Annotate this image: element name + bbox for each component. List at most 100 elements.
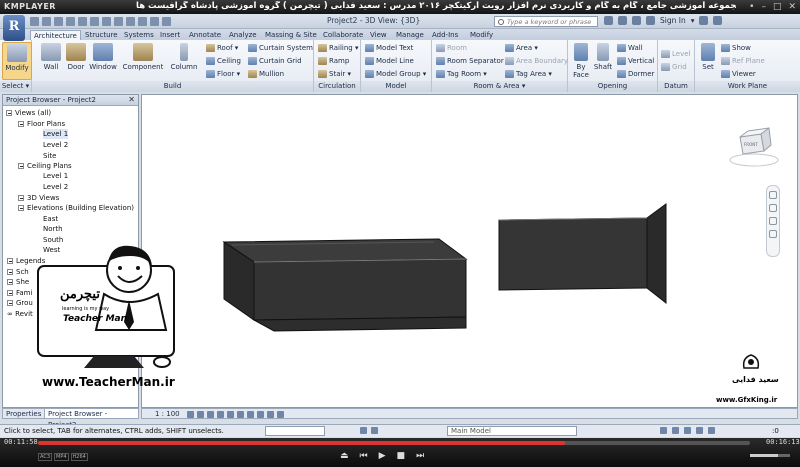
select-links-icon[interactable]: [371, 427, 378, 434]
workset-combo[interactable]: [265, 426, 325, 436]
collapse-icon[interactable]: [18, 205, 24, 211]
wall-model[interactable]: [498, 203, 667, 305]
help-icon[interactable]: [713, 16, 723, 25]
3d-viewport[interactable]: FRONT: [141, 94, 798, 408]
window-button[interactable]: Window: [88, 42, 118, 80]
switch-windows-icon[interactable]: [162, 17, 171, 26]
tab-insert[interactable]: Insert: [157, 30, 183, 40]
model-text-button[interactable]: Model Text: [364, 42, 413, 54]
by-face-button[interactable]: By Face: [569, 42, 593, 80]
floor-button[interactable]: Floor ▾: [205, 68, 240, 80]
set-button[interactable]: Set: [697, 42, 719, 80]
grid-button[interactable]: Grid: [660, 61, 687, 73]
modify-button[interactable]: Modify: [2, 42, 32, 80]
collapse-icon[interactable]: [18, 163, 24, 169]
tab-modify[interactable]: Modify: [467, 30, 496, 40]
text-icon[interactable]: [102, 17, 111, 26]
tree-item-ceiling-level-2[interactable]: Level 2: [43, 182, 68, 192]
tab-analyze[interactable]: Analyze: [226, 30, 260, 40]
tag-area-button[interactable]: Tag Area ▾: [504, 68, 552, 80]
expand-icon[interactable]: [18, 195, 24, 201]
select-pinned-icon[interactable]: [672, 427, 679, 434]
expand-icon[interactable]: [7, 269, 13, 275]
detail-level-icon[interactable]: [187, 411, 194, 418]
tab-manage[interactable]: Manage: [393, 30, 427, 40]
search-icon[interactable]: [604, 16, 613, 25]
communication-icon[interactable]: [618, 16, 627, 25]
door-button[interactable]: Door: [61, 42, 91, 80]
wall-opening-button[interactable]: Wall: [616, 42, 643, 54]
favorites-icon[interactable]: [632, 16, 641, 25]
chevron-down-icon[interactable]: ▾: [691, 16, 695, 25]
shaft-button[interactable]: Shaft: [592, 42, 614, 80]
search-input[interactable]: Type a keyword or phrase: [494, 16, 598, 27]
railing-button[interactable]: Railing ▾: [317, 42, 358, 54]
tree-item-groups[interactable]: Grou: [7, 298, 33, 308]
previous-icon[interactable]: ⏮: [360, 451, 368, 461]
save-icon[interactable]: [42, 17, 51, 26]
pin-icon[interactable]: •: [749, 2, 754, 12]
tree-item-schedules[interactable]: Sch: [7, 267, 29, 277]
model-line-button[interactable]: Model Line: [364, 55, 414, 67]
column-button[interactable]: Column: [170, 42, 198, 80]
ramp-button[interactable]: Ramp: [317, 55, 349, 67]
show-crop-icon[interactable]: [247, 411, 254, 418]
print-icon[interactable]: [78, 17, 87, 26]
tab-view[interactable]: View: [367, 30, 390, 40]
tree-item-views-all[interactable]: Views (all): [6, 108, 51, 118]
tree-item-elevations[interactable]: Elevations (Building Elevation): [18, 203, 134, 213]
close-icon[interactable]: ✕: [788, 2, 796, 12]
show-button[interactable]: Show: [720, 42, 751, 54]
visual-style-icon[interactable]: [197, 411, 204, 418]
next-icon[interactable]: ⏭: [416, 451, 424, 461]
3d-view-icon[interactable]: [114, 17, 123, 26]
undo-icon[interactable]: [54, 17, 63, 26]
expand-icon[interactable]: [7, 279, 13, 285]
tab-project-browser[interactable]: Project Browser - Project2: [44, 408, 139, 429]
stair-button[interactable]: Stair ▾: [317, 68, 351, 80]
tab-systems[interactable]: Systems: [121, 30, 157, 40]
pan-icon[interactable]: [769, 204, 777, 212]
tab-add-ins[interactable]: Add-Ins: [429, 30, 461, 40]
model-group-button[interactable]: Model Group ▾: [364, 68, 426, 80]
temporary-hide-icon[interactable]: [267, 411, 274, 418]
filter-icon[interactable]: [708, 427, 715, 434]
view-scale[interactable]: 1 : 100: [155, 410, 180, 418]
exchange-icon[interactable]: [699, 16, 709, 25]
tab-annotate[interactable]: Annotate: [186, 30, 224, 40]
steering-wheel-icon[interactable]: [769, 191, 777, 199]
tree-item-families[interactable]: Fami: [7, 288, 32, 298]
close-icon[interactable]: ✕: [128, 95, 135, 104]
eject-icon[interactable]: ⏏: [340, 451, 349, 461]
tree-item-north[interactable]: North: [43, 224, 63, 234]
dormer-button[interactable]: Dormer: [616, 68, 654, 80]
mullion-button[interactable]: Mullion: [247, 68, 284, 80]
tree-item-level-2[interactable]: Level 2: [43, 140, 68, 150]
roof-button[interactable]: Roof ▾: [205, 42, 238, 54]
zoom-icon[interactable]: [769, 217, 777, 225]
tree-item-site[interactable]: Site: [43, 151, 56, 161]
shadows-icon[interactable]: [217, 411, 224, 418]
minimize-icon[interactable]: –: [761, 2, 766, 12]
sign-in-button[interactable]: Sign In: [660, 16, 686, 25]
crop-view-icon[interactable]: [237, 411, 244, 418]
render-icon[interactable]: [227, 411, 234, 418]
tree-item-level-1[interactable]: Level 1: [43, 129, 69, 139]
tree-item-floor-plans[interactable]: Floor Plans: [18, 119, 65, 129]
tree-item-ceiling-plans[interactable]: Ceiling Plans: [18, 161, 72, 171]
editable-only-icon[interactable]: [360, 427, 367, 434]
select-by-face-icon[interactable]: [684, 427, 691, 434]
collapse-icon[interactable]: [6, 110, 12, 116]
play-icon[interactable]: ▶: [379, 451, 386, 461]
lock-3d-icon[interactable]: [257, 411, 264, 418]
stop-icon[interactable]: ■: [397, 451, 406, 461]
vertical-opening-button[interactable]: Vertical: [616, 55, 654, 67]
level-button[interactable]: Level: [660, 48, 690, 60]
open-icon[interactable]: [30, 17, 39, 26]
curtain-grid-button[interactable]: Curtain Grid: [247, 55, 302, 67]
tab-structure[interactable]: Structure: [82, 30, 121, 40]
tree-item-sheets[interactable]: She: [7, 277, 29, 287]
expand-icon[interactable]: [7, 290, 13, 296]
ref-plane-button[interactable]: Ref Plane: [720, 55, 765, 67]
sun-path-icon[interactable]: [207, 411, 214, 418]
